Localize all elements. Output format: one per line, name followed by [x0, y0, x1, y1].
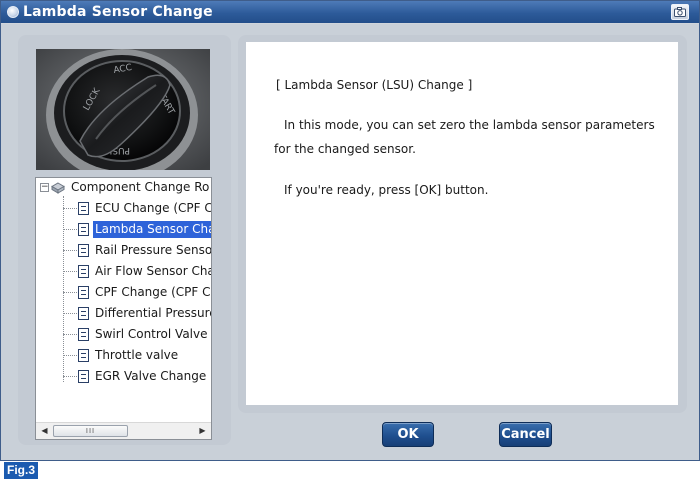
cancel-button[interactable]: Cancel [499, 422, 552, 447]
document-icon [78, 244, 89, 257]
camera-icon[interactable] [671, 4, 689, 20]
left-panel: LOCK ACC START PUSH − Component Change R… [18, 35, 231, 445]
tree-item-label: Swirl Control Valve C [95, 327, 212, 341]
tree-item-rail-pressure-sensor[interactable]: Rail Pressure Senso [78, 241, 212, 260]
document-icon [78, 265, 89, 278]
tree-item-label: Differential Pressure [95, 306, 212, 320]
scrollbar-thumb[interactable]: III [53, 425, 128, 437]
ok-button[interactable]: OK [382, 422, 434, 447]
scroll-left-arrow-icon[interactable]: ◀ [37, 424, 52, 438]
tree-item-label: Throttle valve [95, 348, 179, 362]
document-icon [78, 223, 89, 236]
right-panel: [ Lambda Sensor (LSU) Change ] In this m… [238, 35, 687, 413]
instruction-heading: [ Lambda Sensor (LSU) Change ] [276, 78, 473, 92]
tree-item-differential-pressure[interactable]: Differential Pressure [78, 304, 212, 323]
window-title: Lambda Sensor Change [23, 4, 213, 20]
tree-root[interactable]: Component Change Ro [51, 178, 211, 197]
document-icon [78, 286, 89, 299]
tree-item-egr-valve-change[interactable]: EGR Valve Change [78, 367, 208, 386]
component-tree[interactable]: − Component Change Ro ECU Change (CPF C [35, 177, 212, 440]
scroll-right-arrow-icon[interactable]: ▶ [195, 424, 210, 438]
lambda-sensor-change-window: Lambda Sensor Change LOCK ACC START PUSH… [0, 0, 700, 461]
instruction-line-2: for the changed sensor. [274, 142, 416, 156]
tree-item-label: Rail Pressure Senso [95, 243, 212, 257]
dialog-body: LOCK ACC START PUSH − Component Change R… [1, 24, 699, 460]
tree-item-label: ECU Change (CPF C [95, 201, 212, 215]
document-icon [78, 202, 89, 215]
tree-item-air-flow-sensor[interactable]: Air Flow Sensor Cha [78, 262, 212, 281]
tree-item-throttle-valve[interactable]: Throttle valve [78, 346, 180, 365]
tree-item-label: EGR Valve Change [95, 369, 207, 383]
instruction-line-3: If you're ready, press [OK] button. [284, 183, 489, 197]
instruction-line-1: In this mode, you can set zero the lambd… [284, 118, 655, 132]
fuel-cap-image: LOCK ACC START PUSH [36, 49, 210, 170]
tree-item-ecu-change[interactable]: ECU Change (CPF C [78, 199, 212, 218]
tree-item-label: Air Flow Sensor Cha [95, 264, 212, 278]
title-bar: Lambda Sensor Change [1, 1, 699, 23]
document-icon [78, 370, 89, 383]
tree-item-label: Lambda Sensor Cha [93, 221, 211, 238]
document-icon [78, 349, 89, 362]
horizontal-scrollbar[interactable]: ◀ III ▶ [36, 422, 211, 439]
tree-item-label: CPF Change (CPF C [95, 285, 211, 299]
document-icon [78, 307, 89, 320]
component-folder-icon [51, 181, 65, 194]
lambda-gear-icon [7, 6, 19, 18]
document-icon [78, 328, 89, 341]
collapse-toggle-icon[interactable]: − [40, 183, 49, 192]
tree-item-lambda-sensor-change[interactable]: Lambda Sensor Cha [78, 220, 211, 239]
figure-label: Fig.3 [4, 462, 39, 479]
tree-item-cpf-change[interactable]: CPF Change (CPF C [78, 283, 211, 302]
tree-root-label: Component Change Ro [71, 180, 210, 194]
instruction-pane: [ Lambda Sensor (LSU) Change ] In this m… [246, 42, 678, 405]
tree-item-swirl-control-valve[interactable]: Swirl Control Valve C [78, 325, 212, 344]
